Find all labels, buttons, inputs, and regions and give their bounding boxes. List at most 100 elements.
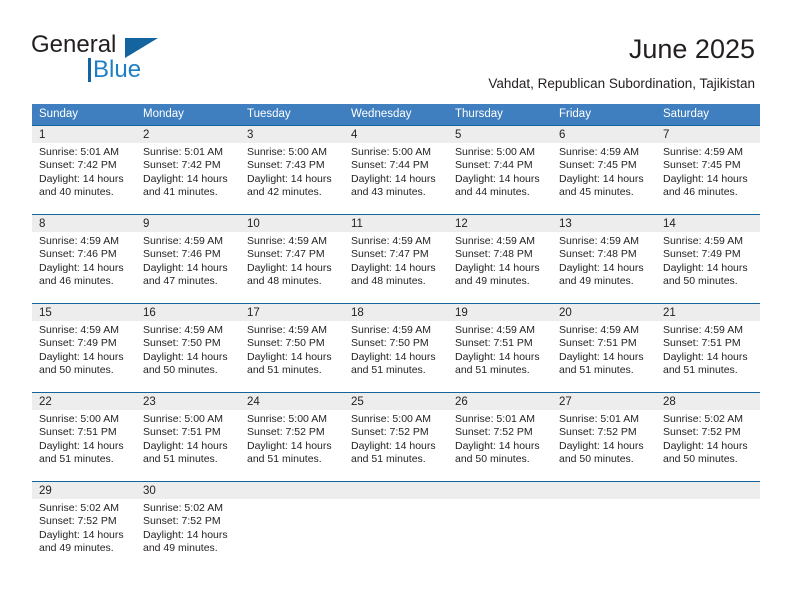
- daylight-text-line2: and 44 minutes.: [455, 186, 530, 199]
- day-cell-empty: [240, 481, 344, 570]
- daylight-text-line2: and 51 minutes.: [455, 364, 530, 377]
- day-cell[interactable]: 7 Sunrise: 4:59 AM Sunset: 7:45 PM Dayli…: [656, 125, 760, 215]
- sunset-text: Sunset: 7:45 PM: [663, 159, 741, 172]
- daylight-text-line2: and 48 minutes.: [351, 275, 426, 288]
- day-details: Sunrise: 4:59 AM Sunset: 7:50 PM Dayligh…: [240, 321, 344, 378]
- day-details: Sunrise: 4:59 AM Sunset: 7:47 PM Dayligh…: [344, 232, 448, 289]
- logo-text-blue: Blue: [93, 56, 142, 83]
- daylight-text-line2: and 50 minutes.: [663, 453, 738, 466]
- day-cell[interactable]: 16 Sunrise: 4:59 AM Sunset: 7:50 PM Dayl…: [136, 303, 240, 393]
- day-number: [240, 482, 344, 499]
- day-cell[interactable]: 14 Sunrise: 4:59 AM Sunset: 7:49 PM Dayl…: [656, 214, 760, 304]
- day-number: 4: [344, 126, 448, 143]
- sunset-text: Sunset: 7:51 PM: [663, 337, 741, 350]
- day-cell[interactable]: 6 Sunrise: 4:59 AM Sunset: 7:45 PM Dayli…: [552, 125, 656, 215]
- daylight-text-line1: Daylight: 14 hours: [455, 439, 540, 452]
- day-cell[interactable]: 25 Sunrise: 5:00 AM Sunset: 7:52 PM Dayl…: [344, 392, 448, 482]
- day-cell[interactable]: 18 Sunrise: 4:59 AM Sunset: 7:50 PM Dayl…: [344, 303, 448, 393]
- day-cell[interactable]: 10 Sunrise: 4:59 AM Sunset: 7:47 PM Dayl…: [240, 214, 344, 304]
- day-cell[interactable]: 24 Sunrise: 5:00 AM Sunset: 7:52 PM Dayl…: [240, 392, 344, 482]
- daylight-text-line1: Daylight: 14 hours: [247, 261, 332, 274]
- calendar-week-row: 1 Sunrise: 5:01 AM Sunset: 7:42 PM Dayli…: [32, 125, 760, 215]
- day-number: 26: [448, 393, 552, 410]
- sunset-text: Sunset: 7:42 PM: [39, 159, 117, 172]
- day-number: [552, 482, 656, 499]
- sunset-text: Sunset: 7:52 PM: [663, 426, 741, 439]
- sunrise-text: Sunrise: 5:01 AM: [455, 413, 535, 425]
- day-number: 23: [136, 393, 240, 410]
- day-number: 25: [344, 393, 448, 410]
- daylight-text-line1: Daylight: 14 hours: [663, 172, 748, 185]
- day-details: Sunrise: 5:02 AM Sunset: 7:52 PM Dayligh…: [136, 499, 240, 556]
- daylight-text-line1: Daylight: 14 hours: [247, 439, 332, 452]
- daylight-text-line1: Daylight: 14 hours: [351, 261, 436, 274]
- day-number: 6: [552, 126, 656, 143]
- general-blue-logo[interactable]: General Blue: [31, 31, 211, 83]
- day-number: 3: [240, 126, 344, 143]
- day-cell[interactable]: 30 Sunrise: 5:02 AM Sunset: 7:52 PM Dayl…: [136, 481, 240, 570]
- day-number: 15: [32, 304, 136, 321]
- day-cell[interactable]: 1 Sunrise: 5:01 AM Sunset: 7:42 PM Dayli…: [32, 125, 136, 215]
- daylight-text-line1: Daylight: 14 hours: [247, 172, 332, 185]
- day-cell[interactable]: 19 Sunrise: 4:59 AM Sunset: 7:51 PM Dayl…: [448, 303, 552, 393]
- day-cell[interactable]: 4 Sunrise: 5:00 AM Sunset: 7:44 PM Dayli…: [344, 125, 448, 215]
- sunrise-text: Sunrise: 5:01 AM: [559, 413, 639, 425]
- weekday-header-row: Sunday Monday Tuesday Wednesday Thursday…: [32, 104, 760, 126]
- calendar-week-row: 22 Sunrise: 5:00 AM Sunset: 7:51 PM Dayl…: [32, 392, 760, 482]
- day-cell-empty: [552, 481, 656, 570]
- daylight-text-line2: and 50 minutes.: [559, 453, 634, 466]
- sunrise-text: Sunrise: 4:59 AM: [455, 235, 535, 247]
- day-number: 30: [136, 482, 240, 499]
- sunrise-text: Sunrise: 5:00 AM: [351, 413, 431, 425]
- day-cell[interactable]: 11 Sunrise: 4:59 AM Sunset: 7:47 PM Dayl…: [344, 214, 448, 304]
- day-cell[interactable]: 26 Sunrise: 5:01 AM Sunset: 7:52 PM Dayl…: [448, 392, 552, 482]
- sunset-text: Sunset: 7:52 PM: [455, 426, 533, 439]
- daylight-text-line1: Daylight: 14 hours: [663, 261, 748, 274]
- sunrise-text: Sunrise: 5:00 AM: [143, 413, 223, 425]
- day-details: Sunrise: 4:59 AM Sunset: 7:46 PM Dayligh…: [32, 232, 136, 289]
- weekday-header-monday: Monday: [136, 104, 240, 126]
- day-cell[interactable]: 17 Sunrise: 4:59 AM Sunset: 7:50 PM Dayl…: [240, 303, 344, 393]
- day-number: [344, 482, 448, 499]
- day-number: [656, 482, 760, 499]
- day-cell[interactable]: 21 Sunrise: 4:59 AM Sunset: 7:51 PM Dayl…: [656, 303, 760, 393]
- daylight-text-line2: and 49 minutes.: [455, 275, 530, 288]
- daylight-text-line1: Daylight: 14 hours: [455, 172, 540, 185]
- day-details: Sunrise: 4:59 AM Sunset: 7:51 PM Dayligh…: [448, 321, 552, 378]
- sunset-text: Sunset: 7:51 PM: [143, 426, 221, 439]
- day-number: 11: [344, 215, 448, 232]
- day-cell[interactable]: 13 Sunrise: 4:59 AM Sunset: 7:48 PM Dayl…: [552, 214, 656, 304]
- day-cell[interactable]: 27 Sunrise: 5:01 AM Sunset: 7:52 PM Dayl…: [552, 392, 656, 482]
- day-details: Sunrise: 5:00 AM Sunset: 7:52 PM Dayligh…: [344, 410, 448, 467]
- sunrise-text: Sunrise: 5:00 AM: [455, 146, 535, 158]
- weekday-header-friday: Friday: [552, 104, 656, 126]
- day-cell[interactable]: 15 Sunrise: 4:59 AM Sunset: 7:49 PM Dayl…: [32, 303, 136, 393]
- daylight-text-line1: Daylight: 14 hours: [351, 439, 436, 452]
- daylight-text-line1: Daylight: 14 hours: [143, 439, 228, 452]
- calendar-container: Sunday Monday Tuesday Wednesday Thursday…: [32, 104, 760, 570]
- day-number: 1: [32, 126, 136, 143]
- day-cell[interactable]: 9 Sunrise: 4:59 AM Sunset: 7:46 PM Dayli…: [136, 214, 240, 304]
- day-details: Sunrise: 4:59 AM Sunset: 7:46 PM Dayligh…: [136, 232, 240, 289]
- day-cell[interactable]: 8 Sunrise: 4:59 AM Sunset: 7:46 PM Dayli…: [32, 214, 136, 304]
- day-cell[interactable]: 5 Sunrise: 5:00 AM Sunset: 7:44 PM Dayli…: [448, 125, 552, 215]
- day-cell[interactable]: 28 Sunrise: 5:02 AM Sunset: 7:52 PM Dayl…: [656, 392, 760, 482]
- day-cell[interactable]: 3 Sunrise: 5:00 AM Sunset: 7:43 PM Dayli…: [240, 125, 344, 215]
- day-number: 2: [136, 126, 240, 143]
- daylight-text-line2: and 51 minutes.: [559, 364, 634, 377]
- day-number: 19: [448, 304, 552, 321]
- day-cell[interactable]: 22 Sunrise: 5:00 AM Sunset: 7:51 PM Dayl…: [32, 392, 136, 482]
- day-cell[interactable]: 20 Sunrise: 4:59 AM Sunset: 7:51 PM Dayl…: [552, 303, 656, 393]
- weekday-header-wednesday: Wednesday: [344, 104, 448, 126]
- daylight-text-line2: and 51 minutes.: [351, 453, 426, 466]
- sunset-text: Sunset: 7:51 PM: [39, 426, 117, 439]
- sunrise-text: Sunrise: 4:59 AM: [39, 324, 119, 336]
- day-cell[interactable]: 29 Sunrise: 5:02 AM Sunset: 7:52 PM Dayl…: [32, 481, 136, 570]
- day-number: 20: [552, 304, 656, 321]
- page-title: June 2025: [628, 34, 755, 64]
- day-cell[interactable]: 12 Sunrise: 4:59 AM Sunset: 7:48 PM Dayl…: [448, 214, 552, 304]
- weekday-header-tuesday: Tuesday: [240, 104, 344, 126]
- day-number: 28: [656, 393, 760, 410]
- day-cell[interactable]: 2 Sunrise: 5:01 AM Sunset: 7:42 PM Dayli…: [136, 125, 240, 215]
- day-cell[interactable]: 23 Sunrise: 5:00 AM Sunset: 7:51 PM Dayl…: [136, 392, 240, 482]
